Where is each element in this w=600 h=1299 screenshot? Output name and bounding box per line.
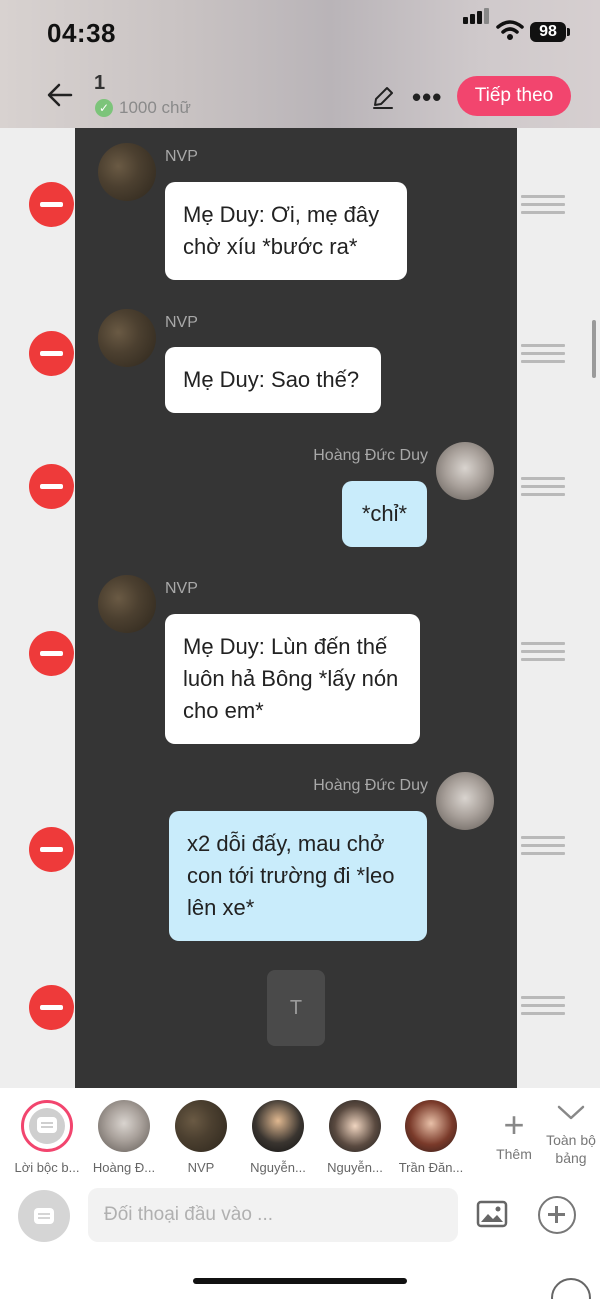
full-table-label: Toàn bộ bảng — [546, 1132, 596, 1166]
add-button[interactable] — [538, 1196, 576, 1234]
character-label: Lời bộc b... — [14, 1160, 80, 1175]
drag-handle-icon[interactable] — [521, 836, 565, 858]
top-bar: 04:38 98 1 ✓ 1000 chữ ••• Tiếp theo — [0, 0, 600, 128]
character-item[interactable]: Nguyễn... — [239, 1100, 317, 1175]
scroll-up-button[interactable] — [551, 1278, 591, 1299]
check-icon: ✓ — [95, 99, 113, 117]
wifi-icon — [496, 20, 524, 40]
avatar — [98, 575, 156, 633]
message-bubble[interactable]: Mẹ Duy: Sao thế? — [165, 347, 381, 413]
character-item[interactable]: NVP — [162, 1100, 240, 1175]
avatar — [329, 1100, 381, 1152]
avatar — [436, 772, 494, 830]
delete-row-button[interactable] — [29, 331, 74, 376]
character-label: Nguyễn... — [327, 1160, 383, 1175]
dialog-input[interactable] — [88, 1188, 458, 1242]
chevron-down-icon — [557, 1105, 585, 1120]
character-item[interactable]: Hoàng Đ... — [85, 1100, 163, 1175]
character-label: Trần Đăn... — [398, 1160, 464, 1175]
image-icon[interactable] — [476, 1200, 508, 1228]
avatar — [252, 1100, 304, 1152]
character-item[interactable]: Nguyễn... — [316, 1100, 394, 1175]
pencil-icon[interactable] — [370, 84, 396, 110]
character-label: Nguyễn... — [250, 1160, 306, 1175]
word-count-text: 1000 chữ — [119, 98, 191, 117]
drag-handle-icon[interactable] — [521, 996, 565, 1018]
status-bar: 04:38 98 — [0, 0, 600, 62]
avatar — [98, 143, 156, 201]
delete-row-button[interactable] — [29, 985, 74, 1030]
character-label: Hoàng Đ... — [92, 1160, 156, 1175]
drag-handle-icon[interactable] — [521, 642, 565, 664]
message-bubble[interactable]: Mẹ Duy: Lùn đến thế luôn hả Bông *lấy nó… — [165, 614, 420, 744]
delete-row-button[interactable] — [29, 182, 74, 227]
character-strip: Lời bộc b... Hoàng Đ... NVP Nguyễn... Ng… — [0, 1088, 600, 1175]
character-item[interactable]: Trần Đăn... — [392, 1100, 470, 1175]
drag-handle-icon[interactable] — [521, 195, 565, 217]
message-bubble[interactable]: *chỉ* — [342, 481, 427, 547]
word-count: ✓ 1000 chữ — [95, 98, 191, 118]
delete-row-button[interactable] — [29, 827, 74, 872]
home-indicator — [193, 1278, 407, 1284]
plus-icon: + — [503, 1104, 525, 1145]
bottom-panel: Lời bộc b... Hoàng Đ... NVP Nguyễn... Ng… — [0, 1088, 600, 1299]
drag-handle-icon[interactable] — [521, 477, 565, 499]
speaker-name: NVP — [165, 148, 198, 165]
delete-row-button[interactable] — [29, 631, 74, 676]
full-table-button[interactable]: Toàn bộ bảng — [542, 1104, 600, 1167]
empty-text-bubble[interactable]: T — [267, 970, 325, 1046]
message-bubble[interactable]: Mẹ Duy: Ơi, mẹ đây chờ xíu *bước ra* — [165, 182, 407, 280]
avatar — [98, 309, 156, 367]
avatar — [98, 1100, 150, 1152]
delete-row-button[interactable] — [29, 464, 74, 509]
battery-cap — [567, 28, 570, 36]
drag-handle-icon[interactable] — [521, 344, 565, 366]
more-options-icon[interactable]: ••• — [412, 82, 442, 113]
status-time: 04:38 — [47, 18, 116, 48]
message-bubble[interactable]: x2 dỗi đấy, mau chở con tới trường đi *l… — [169, 811, 427, 941]
avatar — [175, 1100, 227, 1152]
speaker-name: NVP — [165, 314, 198, 331]
narration-toggle-button[interactable] — [18, 1190, 70, 1242]
narration-icon — [21, 1100, 73, 1152]
speaker-name: NVP — [165, 580, 198, 597]
character-narrator[interactable]: Lời bộc b... — [8, 1100, 86, 1175]
chapter-number: 1 — [94, 72, 106, 94]
battery-indicator: 98 — [530, 22, 566, 42]
scrollbar[interactable] — [592, 320, 596, 378]
avatar — [405, 1100, 457, 1152]
input-row — [0, 1186, 600, 1246]
speaker-name: Hoàng Đức Duy — [313, 447, 428, 464]
character-label: NVP — [187, 1160, 215, 1175]
add-more-label: Thêm — [496, 1146, 532, 1162]
add-character-button[interactable]: + Thêm — [494, 1104, 534, 1163]
speaker-name: Hoàng Đức Duy — [313, 777, 428, 794]
avatar — [436, 442, 494, 500]
back-arrow-icon[interactable] — [45, 80, 75, 110]
next-button[interactable]: Tiếp theo — [457, 76, 571, 116]
